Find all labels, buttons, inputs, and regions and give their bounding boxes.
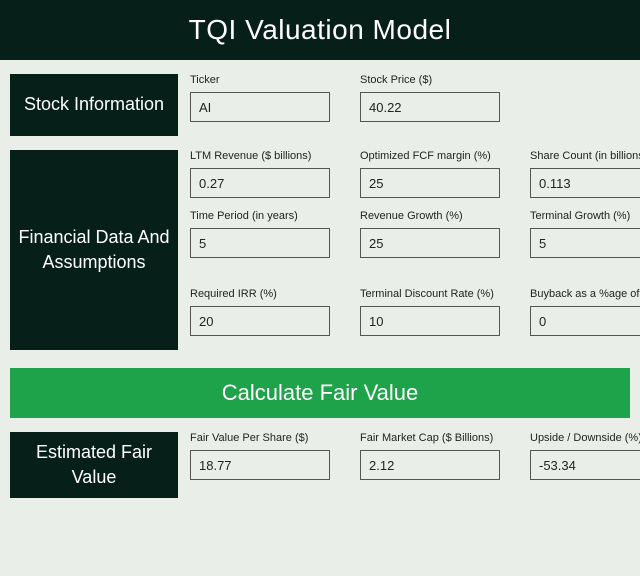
stock-price-label: Stock Price ($)	[360, 74, 500, 86]
time-period-label: Time Period (in years)	[190, 210, 330, 222]
terminal-growth-label: Terminal Growth (%)	[530, 210, 640, 222]
section-stock-label: Stock Information	[10, 74, 178, 136]
section-financial-label: Financial Data And Assumptions	[10, 150, 178, 350]
share-count-input[interactable]	[530, 168, 640, 198]
upside-downside-input[interactable]	[530, 450, 640, 480]
fvps-label: Fair Value Per Share ($)	[190, 432, 330, 444]
terminal-discount-label: Terminal Discount Rate (%)	[360, 288, 500, 300]
section-stock-info: Stock Information Ticker Stock Price ($)	[0, 74, 640, 136]
section-estimated-fair-value: Estimated Fair Value Fair Value Per Shar…	[0, 432, 640, 498]
terminal-discount-input[interactable]	[360, 306, 500, 336]
fvps-input[interactable]	[190, 450, 330, 480]
share-count-label: Share Count (in billions)	[530, 150, 640, 162]
revenue-growth-label: Revenue Growth (%)	[360, 210, 500, 222]
section-financial-data: Financial Data And Assumptions LTM Reven…	[0, 150, 640, 350]
stock-price-input[interactable]	[360, 92, 500, 122]
required-irr-input[interactable]	[190, 306, 330, 336]
buyback-label: Buyback as a %age of FCF	[530, 288, 640, 300]
page-title: TQI Valuation Model	[0, 0, 640, 60]
fair-market-cap-label: Fair Market Cap ($ Billions)	[360, 432, 500, 444]
buyback-input[interactable]	[530, 306, 640, 336]
ltm-revenue-label: LTM Revenue ($ billions)	[190, 150, 330, 162]
ltm-revenue-input[interactable]	[190, 168, 330, 198]
ticker-input[interactable]	[190, 92, 330, 122]
upside-downside-label: Upside / Downside (%)	[530, 432, 640, 444]
fair-market-cap-input[interactable]	[360, 450, 500, 480]
time-period-input[interactable]	[190, 228, 330, 258]
fcf-margin-input[interactable]	[360, 168, 500, 198]
calculate-button[interactable]: Calculate Fair Value	[10, 368, 630, 418]
fcf-margin-label: Optimized FCF margin (%)	[360, 150, 500, 162]
section-estimated-label: Estimated Fair Value	[10, 432, 178, 498]
revenue-growth-input[interactable]	[360, 228, 500, 258]
terminal-growth-input[interactable]	[530, 228, 640, 258]
ticker-label: Ticker	[190, 74, 330, 86]
required-irr-label: Required IRR (%)	[190, 288, 330, 300]
